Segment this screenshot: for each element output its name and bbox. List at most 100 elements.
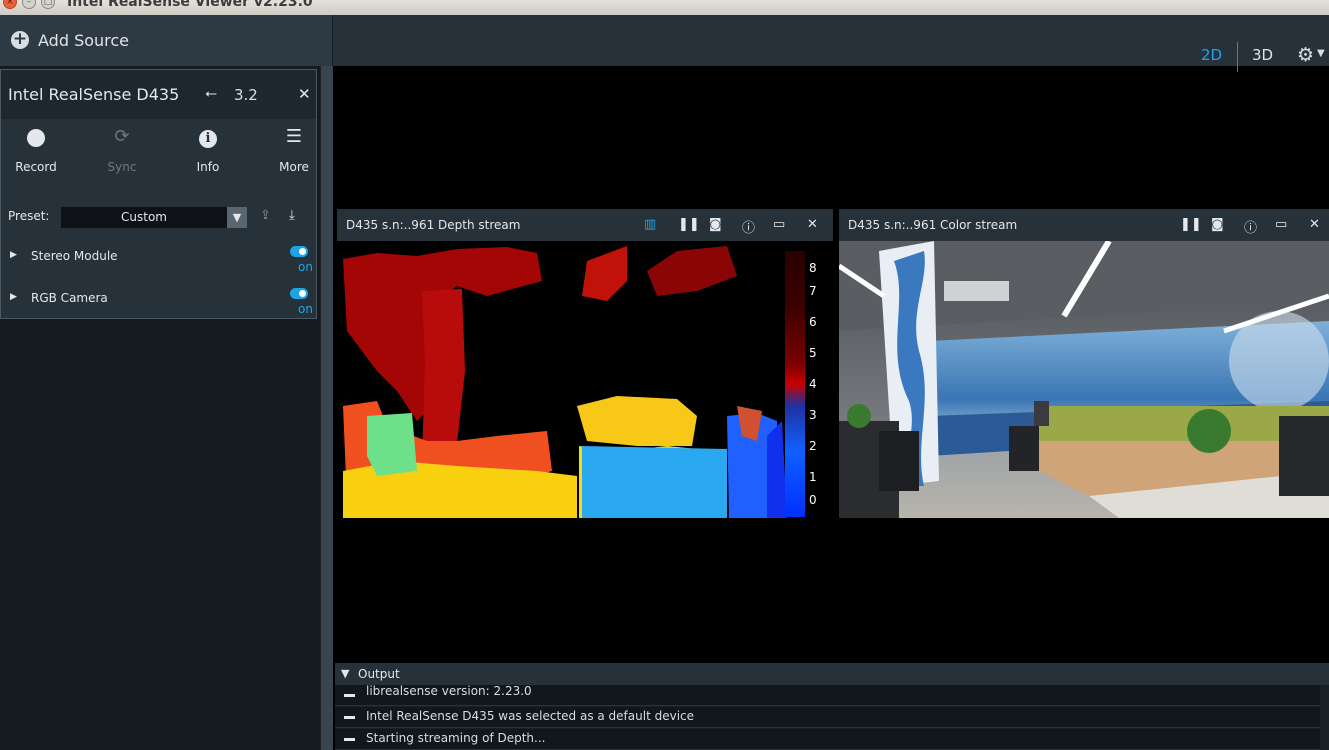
window-minimize-button[interactable]: –: [22, 0, 36, 9]
info-icon: ⓘ: [1244, 221, 1258, 236]
legend-tick: 5: [809, 346, 817, 360]
stereo-module-toggle[interactable]: [290, 246, 308, 257]
maximize-depth-button[interactable]: ▭: [773, 217, 785, 232]
log-text: Starting streaming of Depth...: [366, 731, 546, 745]
depth-color-legend: 8 7 6 5 4 3 2 1 0: [785, 251, 831, 517]
maximize-icon: ▭: [1275, 217, 1288, 232]
legend-tick: 2: [809, 439, 817, 453]
pause-color-button[interactable]: ❚❚: [1180, 217, 1202, 232]
depth-map-picture: [337, 241, 833, 518]
preset-select[interactable]: Custom ▼: [61, 207, 247, 228]
view-2d-button[interactable]: 2D: [1201, 46, 1222, 64]
upload-icon: ⇪: [260, 208, 271, 223]
close-device-button[interactable]: ✕: [298, 85, 311, 103]
close-color-button[interactable]: ✕: [1309, 217, 1320, 232]
depth-colorbar: [785, 251, 805, 517]
info-color-button[interactable]: ⓘ: [1244, 217, 1257, 236]
chevron-down-icon: ▼: [227, 207, 247, 228]
log-line: librealsense version: 2.23.0: [335, 684, 1320, 706]
record-button[interactable]: Record: [6, 126, 66, 174]
camera-icon: ◙: [1211, 217, 1224, 232]
log-text: librealsense version: 2.23.0: [366, 684, 532, 698]
log-text: Intel RealSense D435 was selected as a d…: [366, 709, 695, 723]
legend-tick: 8: [809, 261, 817, 275]
expand-icon: ▶: [10, 292, 17, 302]
log-line: Starting streaming of Depth...: [335, 729, 1320, 750]
close-icon: ✕: [1309, 217, 1320, 232]
log-bullet-icon: [344, 738, 355, 741]
usb-version: 3.2: [234, 86, 258, 104]
pause-icon: ❚❚: [1180, 217, 1202, 232]
sync-icon: ⟳: [114, 126, 130, 147]
legend-tick: 3: [809, 408, 817, 422]
depth-stream-panel: D435 s.n:..961 Depth stream ▥ ❚❚ ◙ ⓘ ▭ ✕…: [337, 209, 833, 518]
chevron-down-icon: ▼: [1317, 48, 1325, 59]
snapshot-color-button[interactable]: ◙: [1211, 217, 1224, 232]
maximize-icon: ▭: [773, 217, 786, 232]
legend-tick: 0: [809, 493, 817, 507]
more-button[interactable]: ☰ More: [264, 126, 324, 174]
add-source-button[interactable]: + Add Source: [0, 15, 333, 66]
download-icon: ⤓: [289, 208, 295, 223]
record-icon: [6, 126, 66, 150]
rgb-camera-state: on: [298, 302, 313, 316]
histogram-button[interactable]: ▥: [644, 217, 656, 232]
preset-value: Custom: [121, 210, 167, 224]
color-stream-panel: D435 s.n:..961 Color stream ❚❚ ◙ ⓘ ▭ ✕: [839, 209, 1329, 518]
stereo-module-state: on: [298, 260, 313, 274]
info-depth-button[interactable]: ⓘ: [742, 217, 755, 236]
output-panel: ▼ Output librealsense version: 2.23.0 In…: [335, 663, 1329, 750]
log-line: Intel RealSense D435 was selected as a d…: [335, 707, 1320, 728]
window-title: Intel RealSense Viewer v2.23.0: [67, 0, 313, 10]
info-icon: i: [178, 126, 238, 150]
maximize-color-button[interactable]: ▭: [1275, 217, 1287, 232]
upload-preset-button[interactable]: ⇪: [260, 208, 271, 223]
window-titlebar: × – □ Intel RealSense Viewer v2.23.0: [0, 0, 1329, 15]
pause-depth-button[interactable]: ❚❚: [678, 217, 700, 232]
menu-icon: ☰: [285, 126, 303, 147]
pause-icon: ❚❚: [678, 217, 700, 232]
rgb-camera-toggle[interactable]: [290, 288, 308, 299]
view-mode-divider: [1237, 42, 1238, 72]
gear-icon: ⚙: [1297, 44, 1315, 66]
color-stream-header: D435 s.n:..961 Color stream ❚❚ ◙ ⓘ ▭ ✕: [839, 209, 1329, 241]
color-stream-title: D435 s.n:..961 Color stream: [848, 218, 1018, 232]
settings-button[interactable]: ⚙ ▼: [1297, 44, 1325, 66]
view-3d-button[interactable]: 3D: [1252, 46, 1273, 64]
sync-label: Sync: [107, 160, 137, 174]
rgb-camera-row[interactable]: ▶ RGB Camera on: [1, 285, 316, 317]
legend-tick: 6: [809, 315, 817, 329]
output-header[interactable]: ▼ Output: [335, 663, 1329, 685]
window-close-button[interactable]: ×: [3, 0, 17, 9]
device-header: Intel RealSense D435 ⭠ 3.2 ✕: [1, 70, 316, 119]
depth-stream-header: D435 s.n:..961 Depth stream ▥ ❚❚ ◙ ⓘ ▭ ✕: [337, 209, 833, 241]
office-camera-picture: [839, 241, 1329, 518]
info-button[interactable]: i Info: [178, 126, 238, 174]
collapse-icon: ▼: [341, 667, 350, 680]
device-name: Intel RealSense D435: [8, 85, 180, 104]
preset-label: Preset:: [8, 209, 50, 223]
add-source-label: Add Source: [38, 31, 130, 50]
close-icon: ✕: [807, 217, 818, 232]
plus-circle-icon: +: [11, 29, 29, 49]
sync-button[interactable]: ⟳ Sync: [92, 126, 152, 174]
info-label: Info: [196, 160, 220, 174]
close-depth-button[interactable]: ✕: [807, 217, 818, 232]
usb-icon: ⭠: [205, 84, 218, 102]
output-label: Output: [358, 667, 400, 681]
snapshot-depth-button[interactable]: ◙: [709, 217, 722, 232]
window-maximize-button[interactable]: □: [41, 0, 55, 9]
more-label: More: [279, 160, 309, 174]
color-image[interactable]: [839, 241, 1329, 518]
stereo-module-label: Stereo Module: [31, 249, 118, 263]
log-bullet-icon: [344, 694, 355, 697]
log-bullet-icon: [344, 716, 355, 719]
device-panel: Intel RealSense D435 ⭠ 3.2 ✕ Record ⟳ Sy…: [0, 69, 317, 319]
download-preset-button[interactable]: ⤓: [289, 208, 295, 223]
info-icon: ⓘ: [742, 221, 756, 236]
depth-stream-title: D435 s.n:..961 Depth stream: [346, 218, 521, 232]
stereo-module-row[interactable]: ▶ Stereo Module on: [1, 243, 316, 275]
depth-image[interactable]: 8 7 6 5 4 3 2 1 0: [337, 241, 833, 518]
legend-tick: 7: [809, 284, 817, 298]
rgb-camera-label: RGB Camera: [31, 291, 108, 305]
